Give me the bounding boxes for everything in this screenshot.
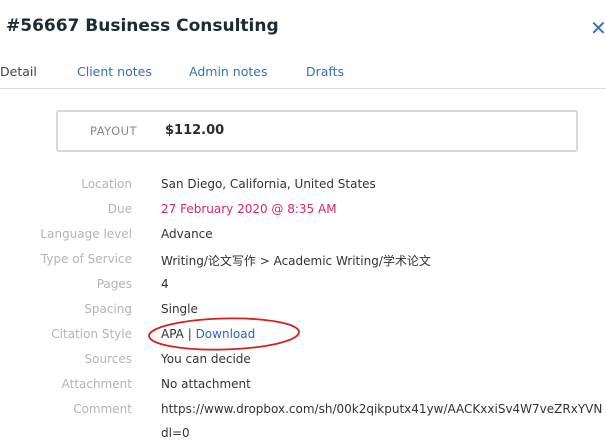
location-value: San Diego, California, United States xyxy=(161,177,376,191)
payout-label: PAYOUT xyxy=(90,124,138,138)
page-title: #56667 Business Consulting xyxy=(6,16,279,36)
due-label: Due xyxy=(107,202,132,216)
payout-box: PAYOUT $112.00 xyxy=(56,110,578,152)
detail-row-attachment: Attachment No attachment xyxy=(0,377,606,397)
tab-admin-notes[interactable]: Admin notes xyxy=(189,64,268,79)
payout-value: $112.00 xyxy=(165,123,225,138)
comment-value-line1: https://www.dropbox.com/sh/00k2qikputx41… xyxy=(161,402,603,416)
attachment-label: Attachment xyxy=(61,377,132,391)
detail-row-pages: Pages 4 xyxy=(0,277,606,297)
tab-detail[interactable]: Detail xyxy=(0,64,37,79)
detail-row-type-of-service: Type of Service Writing/论文写作 > Academic … xyxy=(0,252,606,272)
download-link[interactable]: Download xyxy=(196,327,256,341)
close-icon[interactable]: ✕ xyxy=(590,16,606,40)
pages-label: Pages xyxy=(96,277,132,291)
citation-style-value-group: APA | Download xyxy=(161,327,255,341)
detail-row-citation-style: Citation Style APA | Download xyxy=(0,327,606,347)
type-of-service-value: Writing/论文写作 > Academic Writing/学术论文 xyxy=(161,254,431,268)
pages-value: 4 xyxy=(161,277,169,291)
comment-value-line2: dl=0 xyxy=(161,426,190,440)
citation-style-label: Citation Style xyxy=(51,327,132,341)
detail-row-due: Due 27 February 2020 @ 8:35 AM xyxy=(0,202,606,222)
spacing-label: Spacing xyxy=(84,302,132,316)
spacing-value: Single xyxy=(161,302,198,316)
order-detail-panel: #56667 Business Consulting ✕ Detail Clie… xyxy=(0,0,606,444)
detail-row-sources: Sources You can decide xyxy=(0,352,606,372)
tab-client-notes[interactable]: Client notes xyxy=(77,64,152,79)
detail-row-language-level: Language level Advance xyxy=(0,227,606,247)
language-level-value: Advance xyxy=(161,227,213,241)
language-level-label: Language level xyxy=(40,227,132,241)
due-value: 27 February 2020 @ 8:35 AM xyxy=(161,202,337,216)
location-label: Location xyxy=(81,177,132,191)
attachment-value: No attachment xyxy=(161,377,251,391)
sources-value: You can decide xyxy=(161,352,251,366)
tab-bar: Detail Client notes Admin notes Drafts xyxy=(0,60,606,89)
sources-label: Sources xyxy=(84,352,132,366)
type-of-service-label: Type of Service xyxy=(40,252,132,266)
detail-row-spacing: Spacing Single xyxy=(0,302,606,322)
citation-style-value: APA xyxy=(161,327,184,341)
comment-label: Comment xyxy=(73,402,132,416)
tab-drafts[interactable]: Drafts xyxy=(306,64,344,79)
detail-row-location: Location San Diego, California, United S… xyxy=(0,177,606,197)
citation-separator: | xyxy=(183,327,196,341)
